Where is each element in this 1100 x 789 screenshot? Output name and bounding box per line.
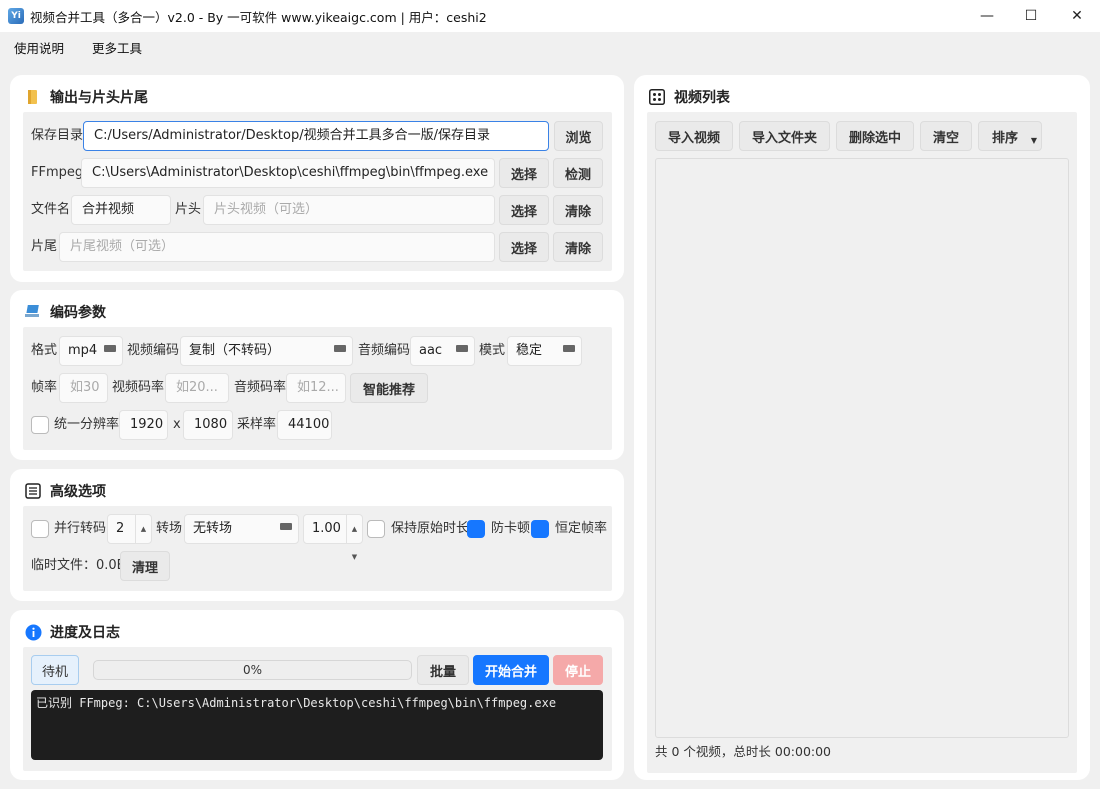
advanced-panel-title: 高级选项 (24, 481, 106, 501)
stop-button[interactable]: 停止 (553, 655, 603, 685)
acodec-label: 音频编码 (358, 343, 411, 358)
fps-label: 帧率 (31, 380, 58, 395)
unify-resolution-label: 统一分辨率 (54, 417, 120, 432)
folder-icon (24, 88, 42, 106)
acodec-select[interactable]: aac (410, 336, 475, 366)
parallel-checkbox[interactable] (31, 520, 49, 538)
intro-clear-button[interactable]: 清除 (553, 195, 603, 225)
batch-button[interactable]: 批量 (417, 655, 469, 685)
temp-file-label: 临时文件：0.0B (31, 558, 126, 573)
ffmpeg-label: FFmpeg (31, 165, 84, 180)
video-list-title: 视频列表 (648, 87, 730, 107)
outro-select-button[interactable]: 选择 (499, 232, 549, 262)
times-label: x (173, 417, 181, 432)
outro-input[interactable]: 片尾视频（可选） (59, 232, 495, 262)
minimize-button[interactable]: — (964, 0, 1010, 32)
mode-select[interactable]: 稳定 (507, 336, 582, 366)
encode-panel-title: 编码参数 (24, 302, 106, 322)
save-dir-input[interactable]: C:/Users/Administrator/Desktop/视频合并工具多合一… (83, 121, 549, 151)
transition-duration-spinbox[interactable]: 1.00▲▼ (303, 514, 363, 561)
grid-icon (648, 88, 666, 106)
fps-input[interactable]: 如30 (59, 373, 108, 403)
format-label: 格式 (31, 343, 58, 358)
intro-input[interactable]: 片头视频（可选） (203, 195, 495, 225)
width-input[interactable]: 1920 (119, 410, 168, 440)
dropdown-icon (280, 523, 292, 530)
const-fps-checkbox[interactable] (531, 520, 549, 538)
vbitrate-label: 视频码率 (112, 380, 165, 395)
parallel-label: 并行转码 (54, 521, 107, 536)
menu-more-tools[interactable]: 更多工具 (92, 38, 142, 57)
output-panel-title: 输出与片头片尾 (24, 87, 148, 107)
dropdown-icon (334, 345, 346, 352)
intro-select-button[interactable]: 选择 (499, 195, 549, 225)
sort-button[interactable]: 排序 ▼ (978, 121, 1042, 151)
maximize-button[interactable]: ☐ (1008, 0, 1054, 32)
video-summary: 共 0 个视频，总时长 00:00:00 (655, 744, 832, 759)
smart-recommend-button[interactable]: 智能推荐 (350, 373, 428, 403)
chevron-down-icon: ▼ (1030, 136, 1037, 145)
vcodec-label: 视频编码 (127, 343, 180, 358)
progress-panel-title: 进度及日志 (24, 622, 120, 642)
filename-label: 文件名 (31, 202, 71, 217)
transition-select[interactable]: 无转场 (184, 514, 299, 544)
status-badge: 待机 (31, 655, 79, 685)
spin-arrows-icon[interactable]: ▲▼ (346, 515, 362, 561)
anti-stutter-label: 防卡顿 (491, 521, 531, 536)
outro-clear-button[interactable]: 清除 (553, 232, 603, 262)
list-icon (24, 482, 42, 500)
clear-list-button[interactable]: 清空 (920, 121, 972, 151)
progress-bar: 0% (93, 660, 412, 680)
clean-temp-button[interactable]: 清理 (120, 551, 170, 581)
dropdown-icon (456, 345, 468, 352)
outro-label: 片尾 (31, 239, 58, 254)
dropdown-icon (104, 345, 116, 352)
video-list[interactable] (655, 158, 1069, 738)
parallel-spinbox[interactable]: 2▲▼ (107, 514, 152, 561)
import-folder-button[interactable]: 导入文件夹 (739, 121, 830, 151)
close-button[interactable]: ✕ (1054, 0, 1100, 32)
browse-button[interactable]: 浏览 (554, 121, 603, 151)
menu-help[interactable]: 使用说明 (14, 38, 64, 57)
dropdown-icon (563, 345, 575, 352)
ffmpeg-select-button[interactable]: 选择 (499, 158, 549, 188)
save-dir-label: 保存目录 (31, 128, 84, 143)
app-logo-icon: Yi (8, 8, 24, 24)
keep-duration-checkbox[interactable] (367, 520, 385, 538)
menu-bar: 使用说明 更多工具 (0, 32, 1100, 62)
height-input[interactable]: 1080 (183, 410, 233, 440)
mode-label: 模式 (479, 343, 506, 358)
vbitrate-input[interactable]: 如20... (165, 373, 229, 403)
format-select[interactable]: mp4 (59, 336, 123, 366)
import-video-button[interactable]: 导入视频 (655, 121, 733, 151)
transition-label: 转场 (156, 521, 183, 536)
filename-input[interactable]: 合并视频 (71, 195, 171, 225)
samplerate-label: 采样率 (237, 417, 277, 432)
ffmpeg-detect-button[interactable]: 检测 (553, 158, 603, 188)
unify-resolution-checkbox[interactable] (31, 416, 49, 434)
spin-arrows-icon[interactable]: ▲▼ (135, 515, 151, 561)
abitrate-input[interactable]: 如12... (286, 373, 346, 403)
ffmpeg-path-input[interactable]: C:\Users\Administrator\Desktop\ceshi\ffm… (81, 158, 495, 188)
delete-selected-button[interactable]: 删除选中 (836, 121, 914, 151)
laptop-icon (24, 303, 42, 321)
const-fps-label: 恒定帧率 (555, 521, 608, 536)
intro-label: 片头 (175, 202, 202, 217)
abitrate-label: 音频码率 (234, 380, 287, 395)
info-icon (24, 623, 42, 641)
vcodec-select[interactable]: 复制（不转码） (180, 336, 353, 366)
start-merge-button[interactable]: 开始合并 (473, 655, 549, 685)
anti-stutter-checkbox[interactable] (467, 520, 485, 538)
samplerate-input[interactable]: 44100 (277, 410, 332, 440)
log-output[interactable]: 已识别 FFmpeg: C:\Users\Administrator\Deskt… (31, 690, 603, 760)
keep-duration-label: 保持原始时长 (391, 521, 470, 536)
window-title: 视频合并工具（多合一）v2.0 - By 一可软件 www.yikeaigc.c… (30, 9, 487, 25)
title-bar: Yi 视频合并工具（多合一）v2.0 - By 一可软件 www.yikeaig… (0, 0, 1100, 32)
